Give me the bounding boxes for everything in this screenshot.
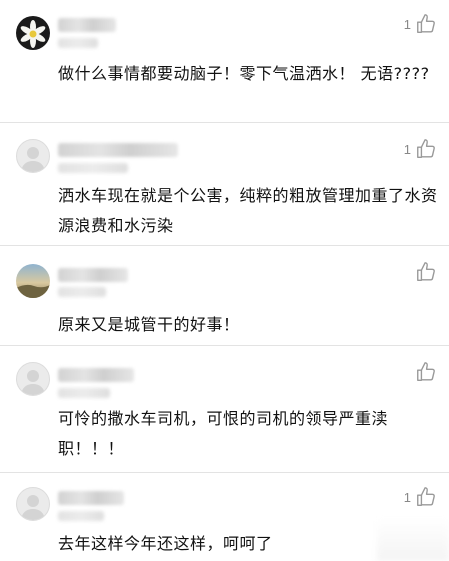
username-redacted[interactable]: [58, 368, 134, 382]
thumbs-up-icon: [415, 13, 437, 35]
like-button[interactable]: 1: [404, 137, 437, 161]
thumbs-up-icon: [415, 261, 437, 283]
default-avatar[interactable]: [16, 139, 50, 173]
default-avatar[interactable]: [16, 487, 50, 521]
user-meta-redacted: [58, 287, 106, 297]
like-button[interactable]: 1: [404, 485, 437, 509]
comment-item: 1 去年这样今年还这样，呵呵了: [0, 473, 449, 561]
user-meta-redacted: [58, 38, 98, 48]
comment-text: 可怜的撒水车司机，可恨的司机的领导严重渎职！！！: [58, 409, 389, 458]
like-count: 1: [403, 16, 411, 32]
like-count: 1: [403, 141, 411, 157]
like-count: 1: [403, 489, 411, 505]
thumbs-up-icon: [415, 138, 437, 160]
comment-text: 做什么事情都要动脑子！零下气温洒水！ 无语????: [58, 64, 430, 83]
comment-text: 洒水车现在就是个公害，纯粹的粗放管理加重了水资源浪费和水污染: [58, 186, 438, 235]
thumbs-up-icon: [415, 486, 437, 508]
username-redacted[interactable]: [58, 18, 116, 32]
username-redacted[interactable]: [58, 491, 124, 505]
like-button[interactable]: [411, 360, 437, 384]
username-redacted[interactable]: [58, 143, 178, 157]
username-redacted[interactable]: [58, 268, 128, 282]
comment-item: 1 洒水车现在就是个公害，纯粹的粗放管理加重了水资源浪费和水污染: [0, 123, 449, 246]
comment-item: 可怜的撒水车司机，可恨的司机的领导严重渎职！！！: [0, 346, 449, 473]
like-button[interactable]: 1: [404, 12, 437, 36]
comment-item: 1 做什么事情都要动脑子！零下气温洒水！ 无语????: [0, 0, 449, 123]
user-meta-redacted: [58, 511, 104, 521]
user-meta-redacted: [58, 163, 128, 173]
comment-feed: 1 做什么事情都要动脑子！零下气温洒水！ 无语???? 1 洒水车现在就是个公害…: [0, 0, 449, 561]
user-avatar[interactable]: [16, 264, 50, 298]
like-button[interactable]: [411, 260, 437, 284]
user-meta-redacted: [58, 388, 110, 398]
thumbs-up-icon: [415, 361, 437, 383]
comment-item: 原来又是城管干的好事！: [0, 246, 449, 346]
comment-text: 原来又是城管干的好事！: [58, 315, 240, 334]
watermark-redacted: [377, 517, 449, 561]
user-avatar[interactable]: [16, 16, 50, 50]
default-avatar[interactable]: [16, 362, 50, 396]
